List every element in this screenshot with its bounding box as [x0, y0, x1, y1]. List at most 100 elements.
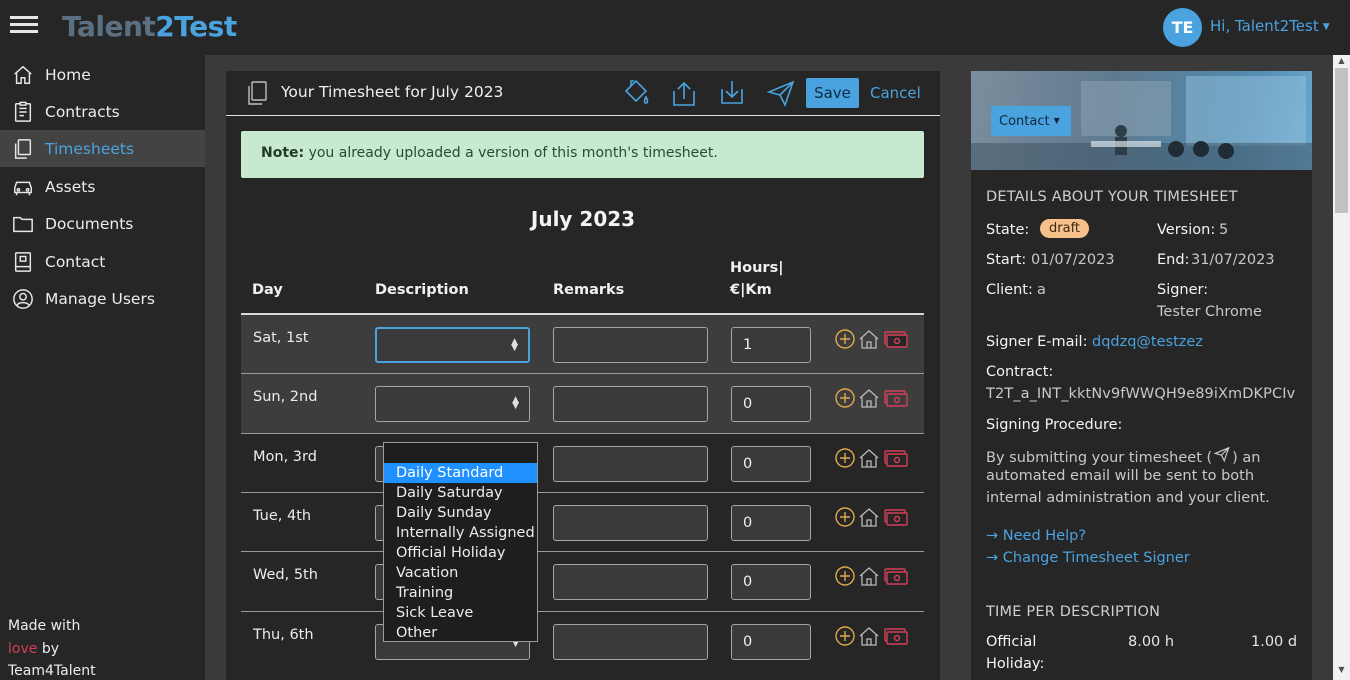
- cancel-button[interactable]: Cancel: [870, 84, 921, 102]
- contract-icon: [14, 101, 32, 122]
- procedure-text-a: By submitting your timesheet (: [986, 450, 1213, 466]
- time-row-hours: 8.00 h: [1128, 634, 1175, 650]
- chevron-down-icon: ▼: [1053, 116, 1060, 125]
- expense-icon[interactable]: [883, 387, 909, 409]
- note-text: you already uploaded a version of this m…: [304, 145, 718, 161]
- home-work-icon[interactable]: [858, 328, 880, 350]
- row-day: Sat, 1st: [253, 330, 309, 346]
- select-arrows-icon: ▲▼: [511, 337, 518, 353]
- dropdown-option[interactable]: Daily Saturday: [384, 483, 537, 503]
- sidebar-item-documents[interactable]: Documents: [0, 205, 205, 242]
- change-signer-link[interactable]: → Change Timesheet Signer: [986, 550, 1190, 566]
- made-with-text: Made with: [8, 618, 81, 634]
- dropdown-option[interactable]: Vacation: [384, 563, 537, 583]
- table-row: Mon, 3rd ▲▼ 0: [241, 433, 924, 493]
- home-work-icon[interactable]: [858, 447, 880, 469]
- app-logo[interactable]: Talent2Test: [62, 10, 237, 43]
- procedure-line-2: automated email will be sent to both: [986, 468, 1255, 484]
- need-help-link[interactable]: → Need Help?: [986, 528, 1086, 544]
- dropdown-option[interactable]: Other: [384, 623, 537, 643]
- scroll-down-icon[interactable]: ▼: [1335, 665, 1348, 674]
- row-day: Mon, 3rd: [253, 449, 317, 465]
- sidebar-item-label: Manage Users: [45, 289, 155, 308]
- home-work-icon[interactable]: [858, 506, 880, 528]
- dropdown-option[interactable]: Training: [384, 583, 537, 603]
- hours-input[interactable]: 0: [731, 505, 811, 541]
- add-circle-icon[interactable]: [834, 387, 856, 409]
- expense-icon[interactable]: [883, 328, 909, 350]
- contact-dropdown-button[interactable]: Contact ▼: [991, 106, 1071, 136]
- send-icon: [1213, 446, 1230, 463]
- user-menu[interactable]: Hi, Talent2Test ▼: [1210, 17, 1330, 35]
- hours-input[interactable]: 0: [731, 386, 811, 422]
- description-select[interactable]: ▲▼: [375, 386, 530, 422]
- sidebar-item-home[interactable]: Home: [0, 56, 205, 93]
- remarks-input[interactable]: [553, 446, 708, 482]
- expense-icon[interactable]: [883, 506, 909, 528]
- row-day: Thu, 6th: [253, 627, 314, 643]
- state-badge-wrap: draft: [1040, 219, 1090, 238]
- dropdown-option[interactable]: Daily Sunday: [384, 503, 537, 523]
- table-row: Wed, 5th ▲▼ 0: [241, 551, 924, 611]
- add-circle-icon[interactable]: [834, 506, 856, 528]
- dropdown-option[interactable]: Internally Assigned: [384, 523, 537, 543]
- menu-icon[interactable]: [10, 16, 38, 38]
- signer-label: Signer:: [1157, 282, 1209, 298]
- home-work-icon[interactable]: [858, 565, 880, 587]
- add-circle-icon[interactable]: [834, 565, 856, 587]
- signer-email-label: Signer E-mail:: [986, 334, 1088, 350]
- dropdown-option[interactable]: Daily Standard: [384, 463, 537, 483]
- expense-icon[interactable]: [883, 447, 909, 469]
- save-button[interactable]: Save: [806, 78, 859, 108]
- remarks-input[interactable]: [553, 386, 708, 422]
- download-icon[interactable]: [716, 77, 748, 109]
- sidebar-item-label: Documents: [45, 214, 134, 233]
- paint-bucket-icon[interactable]: [620, 77, 652, 109]
- client-value: a: [1037, 282, 1046, 298]
- scrollbar-thumb[interactable]: [1335, 68, 1348, 213]
- table-row: Tue, 4th ▲▼ 0: [241, 492, 924, 552]
- signer-email-link[interactable]: dqdzq@testzez: [1092, 334, 1203, 350]
- remarks-input[interactable]: [553, 505, 708, 541]
- dropdown-option[interactable]: Sick Leave: [384, 603, 537, 623]
- sidebar-item-label: Assets: [45, 177, 96, 196]
- sidebar-item-timesheets[interactable]: Timesheets: [0, 130, 205, 167]
- dropdown-option[interactable]: Official Holiday: [384, 543, 537, 563]
- hours-input[interactable]: 0: [731, 564, 811, 600]
- remarks-input[interactable]: [553, 624, 708, 660]
- sidebar-item-contact[interactable]: Contact: [0, 243, 205, 280]
- remarks-input[interactable]: [553, 564, 708, 600]
- add-circle-icon[interactable]: [834, 625, 856, 647]
- column-header-day: Day: [252, 282, 283, 298]
- avatar[interactable]: TE: [1163, 8, 1202, 47]
- hours-input[interactable]: 0: [731, 624, 811, 660]
- select-arrows-icon: ▲▼: [512, 395, 519, 411]
- document-icon: [248, 81, 267, 105]
- home-work-icon[interactable]: [858, 625, 880, 647]
- expense-icon[interactable]: [883, 625, 909, 647]
- procedure-line-3: internal administration and your client.: [986, 490, 1270, 506]
- scroll-up-icon[interactable]: ▲: [1335, 56, 1348, 65]
- home-work-icon[interactable]: [858, 387, 880, 409]
- state-label: State:: [986, 222, 1030, 238]
- send-icon[interactable]: [765, 77, 797, 109]
- row-day: Wed, 5th: [253, 567, 318, 583]
- description-select[interactable]: ▲▼: [375, 327, 530, 363]
- row-actions: [834, 625, 912, 647]
- remarks-input[interactable]: [553, 327, 708, 363]
- hours-input[interactable]: 0: [731, 446, 811, 482]
- sidebar-item-label: Timesheets: [45, 139, 135, 158]
- hours-input[interactable]: 1: [731, 327, 811, 363]
- sidebar-item-contracts[interactable]: Contracts: [0, 93, 205, 130]
- description-dropdown: Daily Standard Daily Saturday Daily Sund…: [383, 442, 538, 642]
- add-circle-icon[interactable]: [834, 328, 856, 350]
- sidebar-item-manage-users[interactable]: Manage Users: [0, 280, 205, 317]
- expense-icon[interactable]: [883, 565, 909, 587]
- details-heading: DETAILS ABOUT YOUR TIMESHEET: [986, 189, 1238, 205]
- time-row-label: Official: [986, 634, 1037, 650]
- version-label: Version:: [1157, 222, 1216, 238]
- upload-icon[interactable]: [668, 77, 700, 109]
- sidebar-item-assets[interactable]: Assets: [0, 168, 205, 205]
- add-circle-icon[interactable]: [834, 447, 856, 469]
- start-label: Start:: [986, 252, 1027, 268]
